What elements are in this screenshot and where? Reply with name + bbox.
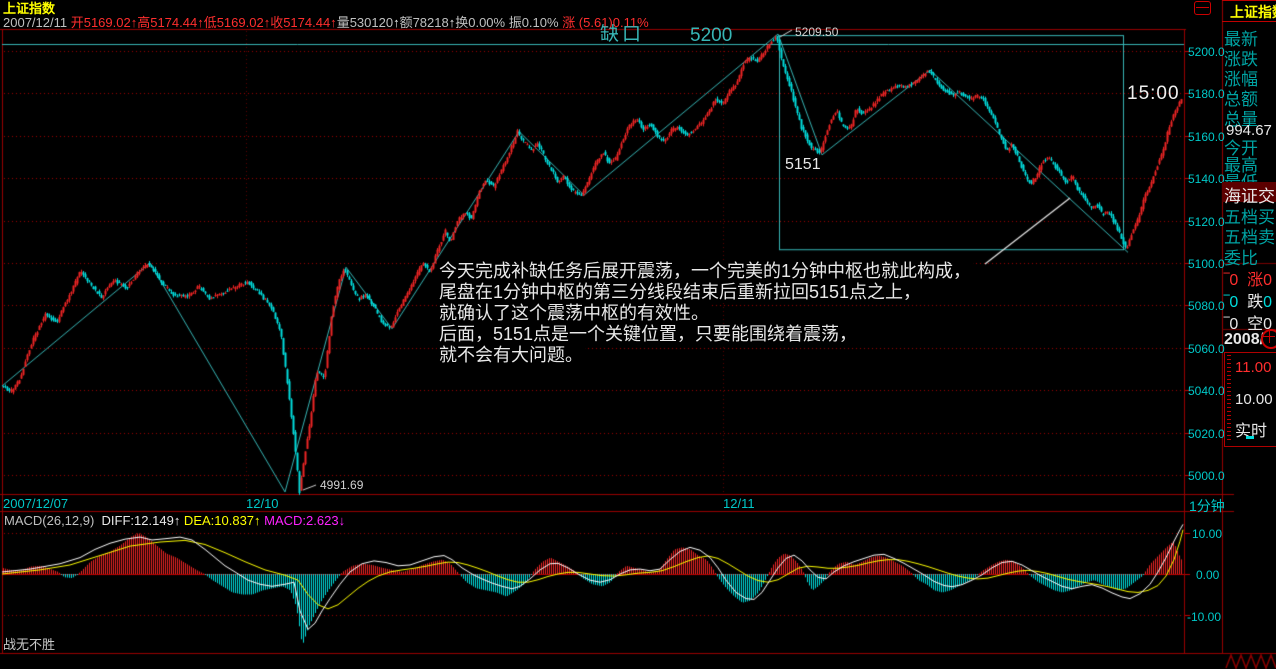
counter-text: 0 xyxy=(1263,294,1272,311)
text-run: 2007/12/11 xyxy=(3,15,71,30)
partial-glyph xyxy=(1246,436,1254,439)
price-axis-label: 5200.0 xyxy=(1188,45,1225,59)
analysis-note-line: 今天完成补缺任务后展开震荡，一个完美的1分钟中枢也就此构成， xyxy=(437,261,973,282)
counter-text: ‾0 xyxy=(1224,272,1247,289)
session-time-label: 15:00 xyxy=(1127,84,1180,103)
text-run: MACD:2.623 xyxy=(261,513,339,528)
pivot-price-label: 5151 xyxy=(785,157,821,173)
peak-price-label: 5209.50 xyxy=(795,26,838,38)
counter-row: ‾0 涨0 xyxy=(1224,266,1272,290)
analysis-note-line: 尾盘在1分钟中枢的第三分线段结束后重新拉回5151点之上， xyxy=(437,282,923,303)
price-axis-label: 5160.0 xyxy=(1188,130,1225,144)
macd-axis-label: -10.00 xyxy=(1187,610,1221,624)
macd-axis-label: 0.00 xyxy=(1196,568,1219,582)
rt-high-value: 11.00 xyxy=(1235,359,1271,376)
date-label-1210: 12/10 xyxy=(246,496,279,511)
gap-label: 缺口 xyxy=(600,25,644,44)
price-axis-label: 5120.0 xyxy=(1188,215,1225,229)
price-axis-label: 5060.0 xyxy=(1188,342,1225,356)
counter-text: ‾0 xyxy=(1224,294,1247,311)
counter-text: 0 xyxy=(1263,272,1272,289)
date-label-1211: 12/11 xyxy=(723,496,755,511)
price-axis-label: 5040.0 xyxy=(1188,384,1225,398)
slogan: 战无不胜 xyxy=(3,638,55,651)
index-title: 上证指数 xyxy=(3,2,55,15)
price-axis-label: 5180.0 xyxy=(1188,87,1225,101)
text-run: 量530120 xyxy=(337,15,393,30)
counter-text: 跌 xyxy=(1247,294,1263,311)
price-axis-label: 5100.0 xyxy=(1188,257,1225,271)
low-price-label: 4991.69 xyxy=(320,479,363,491)
text-run: DIFF:12.149 xyxy=(102,513,174,528)
price-axis-label: 5020.0 xyxy=(1188,427,1225,441)
sidebar-year-label: 2008/ xyxy=(1224,331,1264,349)
gauge-ruler xyxy=(1227,355,1231,443)
text-run: MACD(26,12,9) xyxy=(4,513,102,528)
counter-text: 涨 xyxy=(1247,272,1263,289)
counter-row: ‾0 跌0 xyxy=(1224,288,1272,312)
price-axis-label: 5080.0 xyxy=(1188,299,1225,313)
text-run: 额78218 xyxy=(400,15,449,30)
text-run: 开5169.02↑高5174.44↑低5169.02↑收5174.44↑ xyxy=(71,15,337,30)
macd-axis-label: 10.00 xyxy=(1192,527,1222,541)
sidebar-index-title: 上证指数 xyxy=(1230,5,1276,19)
macd-indicator-header: MACD(26,12,9) DIFF:12.149↑ DEA:10.837↑ M… xyxy=(4,514,345,527)
analysis-note-line: 就确认了这个震荡中枢的有效性。 xyxy=(437,303,711,324)
trading-terminal: { "colors": { "up": "#ee2525", "down": "… xyxy=(0,0,1276,669)
period-label[interactable]: 1分钟 xyxy=(1189,496,1225,516)
date-label-1207: 2007/12/07 xyxy=(3,496,68,511)
clock-icon xyxy=(1261,329,1276,349)
analysis-note-line: 后面，5151点是一个关键位置，只要能围绕着震荡， xyxy=(437,324,859,345)
quote-summary: 2007/12/11 开5169.02↑高5174.44↑低5169.02↑收5… xyxy=(3,16,649,29)
text-run: ↓ xyxy=(339,513,346,528)
sidebar-volume-value: 994.67 xyxy=(1226,122,1272,139)
price-axis-label: 5000.0 xyxy=(1188,469,1225,483)
analysis-note-line: 就不会有大问题。 xyxy=(437,345,585,366)
rt-low-value: 10.00 xyxy=(1235,391,1273,408)
sidebar-exchange-label: 海证交 xyxy=(1222,182,1276,202)
text-run: 换0.00% 振0.10% xyxy=(455,15,562,30)
text-run: DEA:10.837 xyxy=(180,513,254,528)
gap-price-label: 5200 xyxy=(690,26,732,45)
sidebar-title-box[interactable]: 上证指数 xyxy=(1222,0,1276,22)
realtime-gauge-box: 11.00 10.00 实时 xyxy=(1224,352,1276,447)
window-icon[interactable] xyxy=(1194,1,1211,15)
price-axis-label: 5140.0 xyxy=(1188,172,1225,186)
